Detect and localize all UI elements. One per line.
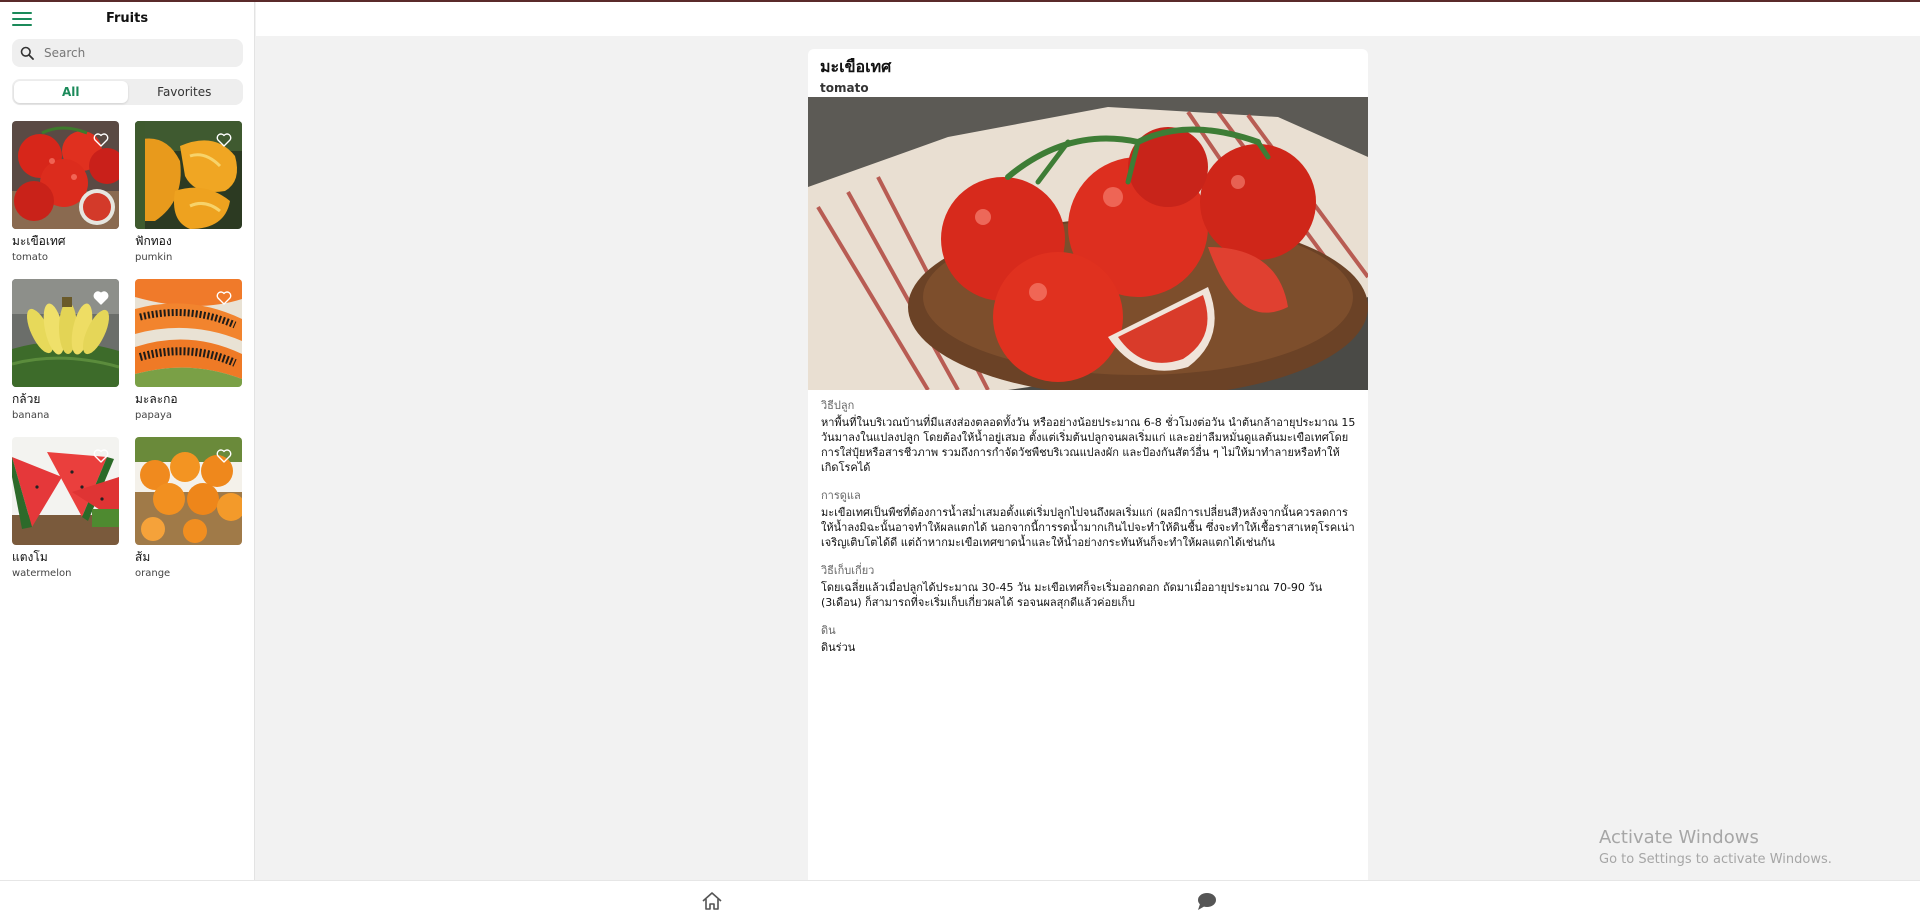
heart-outline-icon[interactable]: [216, 133, 232, 147]
watermark-title: Activate Windows: [1599, 827, 1759, 848]
fruit-name-english: banana: [12, 410, 50, 421]
section-text: หาพื้นที่ในบริเวณบ้านที่มีแสงส่องตลอดทั้…: [821, 416, 1356, 474]
search-icon: [20, 46, 34, 60]
fruit-name-thai: ส้ม: [135, 550, 151, 564]
section-label: การดูแล: [821, 489, 861, 502]
fruit-card-banana[interactable]: กล้วย banana: [12, 279, 119, 421]
sidebar: Fruits All Favorites: [0, 2, 255, 880]
fruit-thumbnail: [12, 121, 119, 229]
section-label: วิธีเก็บเกี่ยว: [821, 564, 875, 577]
fruit-card-orange[interactable]: ส้ม orange: [135, 437, 242, 579]
tab-all[interactable]: All: [14, 81, 128, 103]
fruit-name-english: papaya: [135, 410, 172, 421]
bottom-navigation: [0, 880, 1920, 917]
section-label: ดิน: [821, 624, 836, 637]
detail-body: วิธีปลูก หาพื้นที่ในบริเวณบ้านที่มีแสงส่…: [821, 396, 1356, 666]
fruit-card-watermelon[interactable]: แตงโม watermelon: [12, 437, 119, 579]
fruit-thumbnail: [135, 121, 242, 229]
fruit-thumbnail: [135, 279, 242, 387]
fruit-detail-panel: มะเขือเทศ tomato วิธีปลูก หาพื้นที่ในบริ…: [808, 49, 1368, 880]
detail-header: มะเขือเทศ tomato: [808, 49, 1368, 97]
heart-outline-icon[interactable]: [216, 291, 232, 305]
search-input[interactable]: [44, 46, 234, 60]
heart-outline-icon[interactable]: [93, 291, 109, 305]
windows-activation-watermark: Activate Windows Go to Settings to activ…: [1599, 827, 1832, 867]
fruit-thumbnail: [135, 437, 242, 545]
filter-segmented-control: All Favorites: [12, 79, 243, 105]
heart-outline-icon[interactable]: [93, 133, 109, 147]
fruit-name-thai: มะละกอ: [135, 392, 178, 406]
chat-bubble-icon[interactable]: [1196, 891, 1218, 911]
heart-outline-icon[interactable]: [216, 449, 232, 463]
fruit-name-english: watermelon: [12, 568, 72, 579]
home-icon[interactable]: [701, 891, 723, 911]
section-text: โดยเฉลี่ยแล้วเมื่อปลูกได้ประมาณ 30-45 วั…: [821, 581, 1323, 609]
fruit-name-thai: ฟักทอง: [135, 234, 172, 248]
detail-photo: [808, 97, 1368, 390]
section-text: มะเขือเทศเป็นพืชที่ต้องการน้ำสม่ำเสมอตั้…: [821, 506, 1355, 549]
detail-subtitle: tomato: [820, 81, 869, 95]
section-text: ดินร่วน: [821, 641, 856, 654]
watermark-subtitle: Go to Settings to activate Windows.: [1599, 852, 1832, 867]
tab-favorites[interactable]: Favorites: [128, 81, 242, 103]
section-harvest: วิธีเก็บเกี่ยว โดยเฉลี่ยแล้วเมื่อปลูกได้…: [821, 561, 1356, 610]
fruit-thumbnail: [12, 279, 119, 387]
search-box[interactable]: [12, 39, 243, 67]
fruit-card-papaya[interactable]: มะละกอ papaya: [135, 279, 242, 421]
fruit-name-thai: แตงโม: [12, 550, 48, 564]
section-soil: ดิน ดินร่วน: [821, 621, 1356, 655]
section-care: การดูแล มะเขือเทศเป็นพืชที่ต้องการน้ำสม่…: [821, 486, 1356, 550]
fruit-name-thai: กล้วย: [12, 392, 41, 406]
main-header-bar: [256, 2, 1920, 36]
fruit-thumbnail: [12, 437, 119, 545]
fruit-name-english: orange: [135, 568, 171, 579]
detail-title: มะเขือเทศ: [820, 57, 892, 76]
sidebar-header: Fruits: [0, 2, 254, 36]
fruit-grid: มะเขือเทศ tomato ฟักทอง pumkin กล้วย ban…: [12, 121, 244, 579]
section-planting: วิธีปลูก หาพื้นที่ในบริเวณบ้านที่มีแสงส่…: [821, 396, 1356, 475]
heart-outline-icon[interactable]: [93, 449, 109, 463]
fruit-name-english: tomato: [12, 252, 48, 263]
fruit-card-pumkin[interactable]: ฟักทอง pumkin: [135, 121, 242, 263]
section-label: วิธีปลูก: [821, 399, 855, 412]
fruit-name-thai: มะเขือเทศ: [12, 234, 66, 248]
fruit-card-tomato[interactable]: มะเขือเทศ tomato: [12, 121, 119, 263]
sidebar-title: Fruits: [105, 11, 149, 26]
fruit-name-english: pumkin: [135, 252, 173, 263]
